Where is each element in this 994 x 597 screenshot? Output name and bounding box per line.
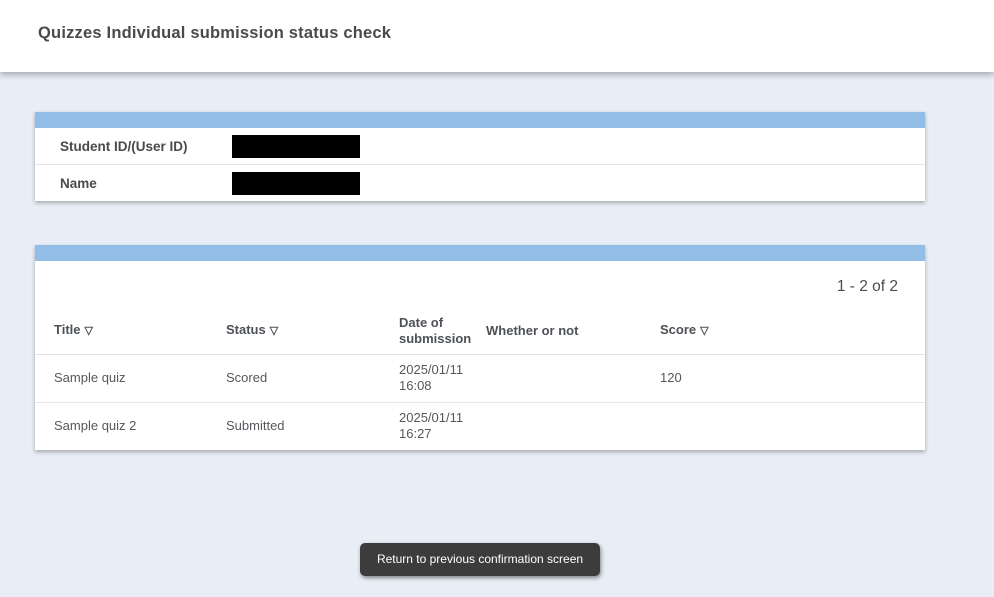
student-id-row: Student ID/(User ID) bbox=[35, 128, 925, 165]
sort-triangle-icon: ▽ bbox=[270, 325, 278, 337]
cell-status: Scored bbox=[207, 354, 380, 402]
sort-triangle-icon: ▽ bbox=[700, 325, 708, 337]
table-header-row: Title ▽ Status ▽ Date of submission Whethe… bbox=[35, 308, 925, 354]
student-info-panel: Student ID/(User ID) Name bbox=[35, 112, 925, 201]
page-header: Quizzes Individual submission status che… bbox=[0, 0, 994, 72]
table-row: Sample quiz Scored 2025/01/11 16:08 120 bbox=[35, 354, 925, 402]
column-header-whether-label: Whether or not bbox=[486, 323, 578, 338]
cell-date-of-submission: 2025/01/11 16:08 bbox=[380, 354, 467, 402]
cell-date-of-submission: 2025/01/11 16:27 bbox=[380, 402, 467, 450]
student-name-label: Name bbox=[35, 176, 232, 191]
submissions-panel-accent-bar bbox=[35, 245, 925, 261]
cell-status: Submitted bbox=[207, 402, 380, 450]
sort-triangle-icon: ▽ bbox=[85, 325, 93, 337]
cell-title: Sample quiz 2 bbox=[35, 402, 207, 450]
column-header-date-label: Date of submission bbox=[399, 315, 471, 346]
column-header-date-of-submission: Date of submission bbox=[380, 308, 467, 354]
cell-score: 120 bbox=[641, 354, 925, 402]
student-id-label: Student ID/(User ID) bbox=[35, 139, 232, 154]
column-header-title-label: Title bbox=[54, 322, 81, 337]
return-to-previous-button[interactable]: Return to previous confirmation screen bbox=[360, 543, 600, 576]
column-header-score[interactable]: Score ▽ bbox=[641, 308, 925, 354]
cell-title: Sample quiz bbox=[35, 354, 207, 402]
pagination-label: 1 - 2 of 2 bbox=[35, 261, 925, 308]
cell-score bbox=[641, 402, 925, 450]
main-content: Student ID/(User ID) Name 1 - 2 of 2 Tit… bbox=[35, 112, 925, 576]
column-header-whether-or-not: Whether or not bbox=[467, 308, 641, 354]
column-header-status[interactable]: Status ▽ bbox=[207, 308, 380, 354]
student-id-redacted-value bbox=[232, 135, 360, 158]
student-name-redacted-value bbox=[232, 172, 360, 195]
column-header-title[interactable]: Title ▽ bbox=[35, 308, 207, 354]
page-title: Quizzes Individual submission status che… bbox=[0, 0, 994, 66]
cell-whether-or-not bbox=[467, 354, 641, 402]
column-header-status-label: Status bbox=[226, 322, 266, 337]
cell-whether-or-not bbox=[467, 402, 641, 450]
submissions-table: Title ▽ Status ▽ Date of submission Whethe… bbox=[35, 308, 925, 450]
student-name-row: Name bbox=[35, 165, 925, 201]
student-panel-accent-bar bbox=[35, 112, 925, 128]
column-header-score-label: Score bbox=[660, 322, 696, 337]
table-row: Sample quiz 2 Submitted 2025/01/11 16:27 bbox=[35, 402, 925, 450]
submissions-panel: 1 - 2 of 2 Title▽ Status▽ Da bbox=[35, 245, 925, 450]
footer-button-row: Return to previous confirmation screen bbox=[35, 543, 925, 576]
